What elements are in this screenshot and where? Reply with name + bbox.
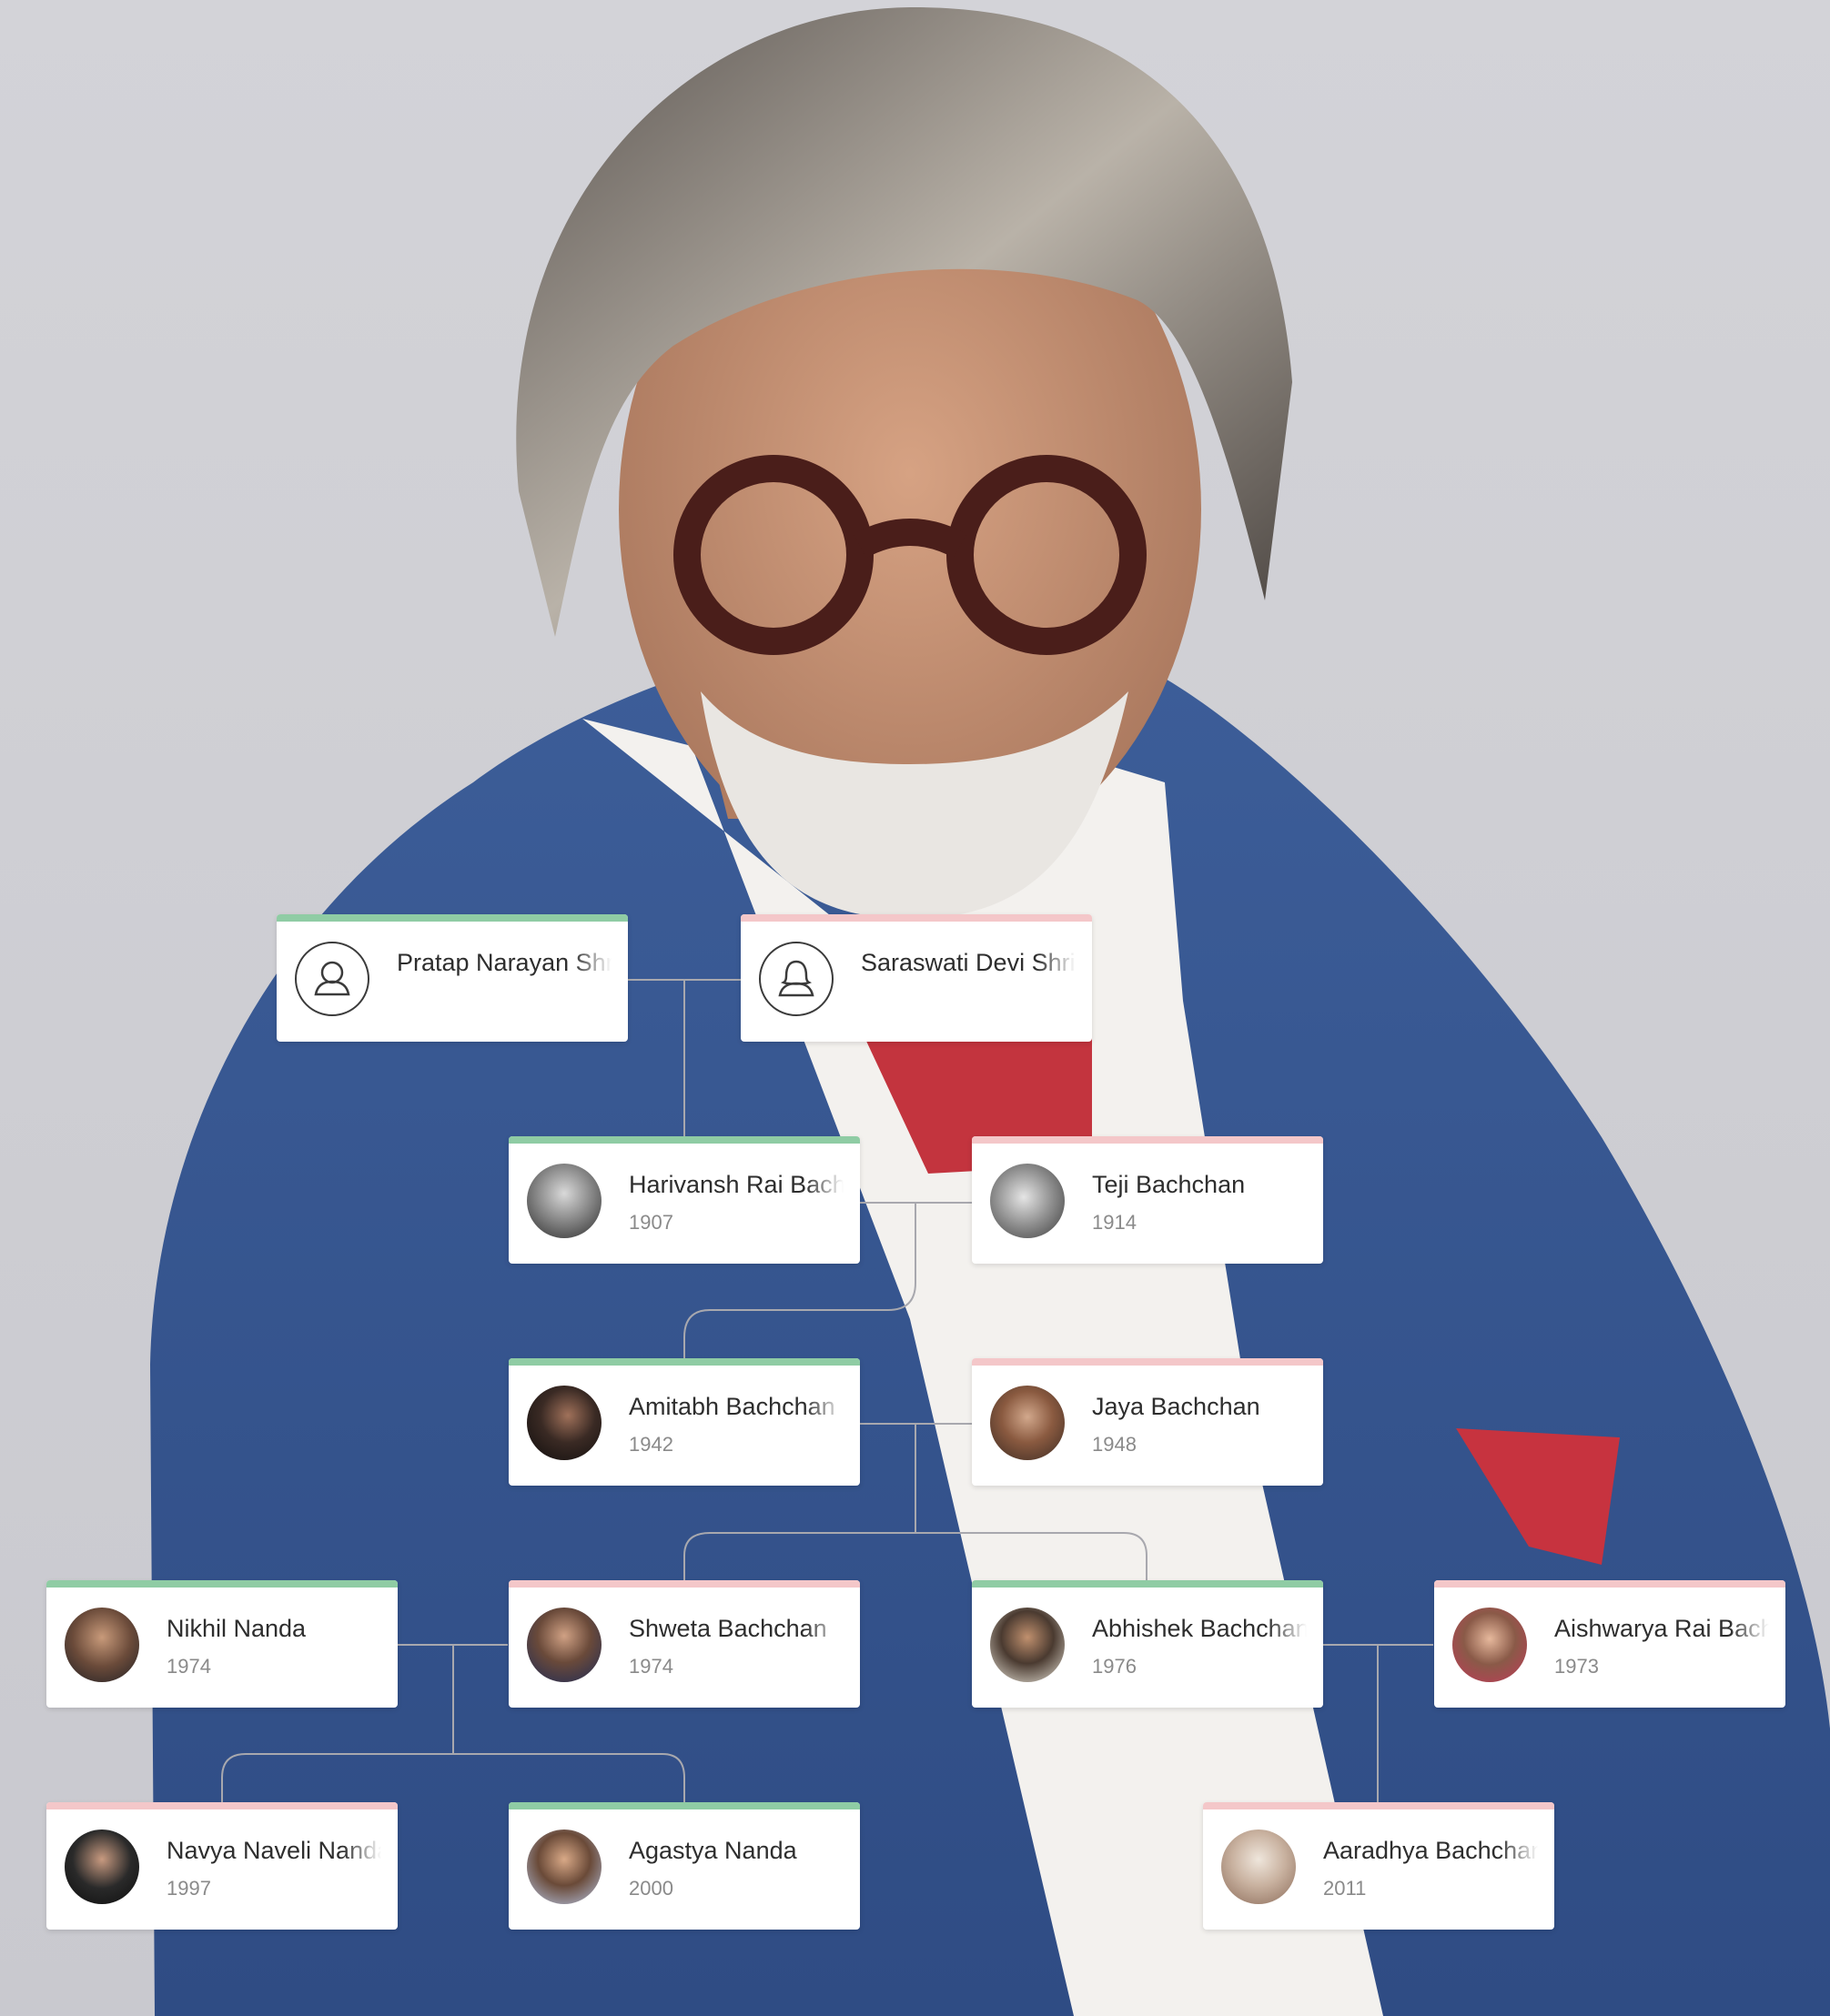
avatar (527, 1386, 602, 1460)
person-card-agastya[interactable]: Agastya Nanda 2000 (509, 1802, 860, 1930)
person-birth-year: 1907 (629, 1211, 673, 1234)
avatar (1452, 1608, 1527, 1682)
user-outline-icon (759, 942, 834, 1016)
person-card-saraswati[interactable]: Saraswati Devi Shrivastava (741, 914, 1092, 1042)
user-outline-icon (295, 942, 369, 1016)
person-card-shweta[interactable]: Shweta Bachchan 1974 (509, 1580, 860, 1708)
gender-bar (972, 1580, 1323, 1588)
person-birth-year: 2011 (1323, 1877, 1367, 1900)
gender-bar (741, 914, 1092, 922)
person-name: Shweta Bachchan (629, 1615, 827, 1642)
person-card-nikhil[interactable]: Nikhil Nanda 1974 (46, 1580, 398, 1708)
avatar (1221, 1830, 1296, 1904)
person-birth-year: 1974 (629, 1655, 673, 1678)
avatar (527, 1164, 602, 1238)
gender-bar (1434, 1580, 1785, 1588)
person-name: Teji Bachchan (1092, 1171, 1246, 1198)
gender-bar (509, 1802, 860, 1809)
person-card-jaya[interactable]: Jaya Bachchan 1948 (972, 1358, 1323, 1486)
person-birth-year: 1997 (167, 1877, 211, 1900)
person-name: Amitabh Bachchan (629, 1393, 835, 1420)
avatar (65, 1830, 139, 1904)
person-birth-year: 1914 (1092, 1211, 1137, 1234)
person-name: Aaradhya Bachchan (1323, 1837, 1538, 1864)
avatar (990, 1164, 1065, 1238)
gender-bar (46, 1802, 398, 1809)
person-name: Nikhil Nanda (167, 1615, 307, 1642)
gender-bar (277, 914, 628, 922)
person-birth-year: 1976 (1092, 1655, 1137, 1678)
gender-bar (509, 1580, 860, 1588)
person-card-abhishek[interactable]: Abhishek Bachchan 1976 (972, 1580, 1323, 1708)
person-name: Jaya Bachchan (1092, 1393, 1260, 1420)
person-card-aishwarya[interactable]: Aishwarya Rai Bachchan 1973 (1434, 1580, 1785, 1708)
gender-bar (46, 1580, 398, 1588)
avatar (527, 1608, 602, 1682)
gender-bar (972, 1136, 1323, 1144)
gender-bar (509, 1136, 860, 1144)
person-name: Navya Naveli Nanda (167, 1837, 381, 1864)
person-name: Harivansh Rai Bachchan (629, 1171, 844, 1198)
person-birth-year: 1974 (167, 1655, 211, 1678)
avatar (990, 1386, 1065, 1460)
person-name: Pratap Narayan Shrivastava (397, 949, 612, 976)
person-name: Agastya Nanda (629, 1837, 797, 1864)
avatar (990, 1608, 1065, 1682)
person-card-harivansh[interactable]: Harivansh Rai Bachchan 1907 (509, 1136, 860, 1264)
person-birth-year: 1948 (1092, 1433, 1137, 1456)
person-birth-year: 2000 (629, 1877, 673, 1900)
person-name: Aishwarya Rai Bachchan (1554, 1615, 1769, 1642)
person-birth-year: 1942 (629, 1433, 673, 1456)
gender-bar (1203, 1802, 1554, 1809)
avatar (65, 1608, 139, 1682)
person-birth-year: 1973 (1554, 1655, 1599, 1678)
person-name: Abhishek Bachchan (1092, 1615, 1307, 1642)
gender-bar (509, 1358, 860, 1366)
person-card-pratap[interactable]: Pratap Narayan Shrivastava (277, 914, 628, 1042)
person-name: Saraswati Devi Shrivastava (861, 949, 1076, 976)
person-card-amitabh[interactable]: Amitabh Bachchan 1942 (509, 1358, 860, 1486)
person-card-navya[interactable]: Navya Naveli Nanda 1997 (46, 1802, 398, 1930)
person-card-teji[interactable]: Teji Bachchan 1914 (972, 1136, 1323, 1264)
person-card-aaradhya[interactable]: Aaradhya Bachchan 2011 (1203, 1802, 1554, 1930)
avatar (527, 1830, 602, 1904)
gender-bar (972, 1358, 1323, 1366)
